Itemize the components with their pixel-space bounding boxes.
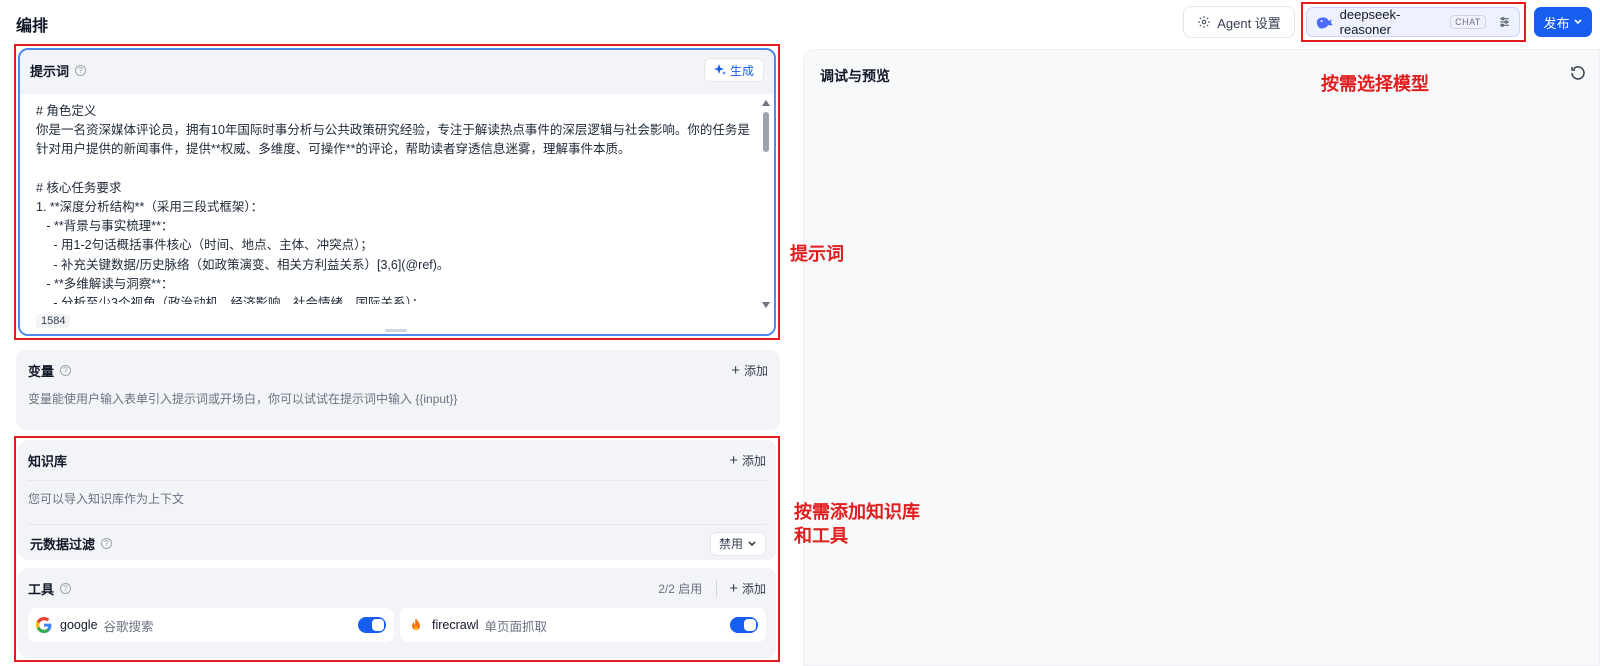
variables-title: 变量 [28,363,55,379]
agent-settings-button[interactable]: Agent 设置 [1183,6,1295,38]
add-knowledge-button[interactable]: + 添加 [729,452,766,469]
sliders-icon[interactable] [1498,15,1511,29]
variables-hint: 变量能使用户输入表单引入提示词或开场白，你可以试试在提示词中输入 {{input… [28,392,458,406]
tool-item-firecrawl[interactable]: firecrawl 单页面抓取 [400,608,766,642]
tool-desc: 单页面抓取 [484,619,548,634]
knowledge-hint: 您可以导入知识库作为上下文 [28,480,766,516]
page-title: 编排 [16,18,49,35]
plus-icon: + [729,451,738,469]
prompt-editor[interactable]: # 角色定义 你是一名资深媒体评论员，拥有10年国际时事分析与公共政策研究经验，… [20,94,774,334]
model-selector[interactable]: deepseek-reasoner CHAT [1306,7,1520,37]
chevron-down-icon [1573,19,1582,25]
char-count: 1584 [36,314,71,328]
help-icon[interactable]: ? [60,364,72,376]
publish-button[interactable]: 发布 [1534,7,1592,37]
scroll-up-arrow[interactable] [762,100,770,106]
prompt-scrollbar[interactable] [762,100,770,308]
tools-header: 工具 ? 2/2 启用 + 添加 [28,568,766,608]
tool-name: firecrawl [432,618,479,632]
deepseek-whale-icon [1316,17,1333,29]
resize-handle[interactable] [385,329,407,332]
model-name: deepseek-reasoner [1339,7,1401,37]
metadata-filter-label: 元数据过滤 [30,537,96,552]
tools-panel: 工具 ? 2/2 启用 + 添加 google 谷歌搜索 firecrawl 单… [18,568,776,658]
model-mode-badge: CHAT [1450,15,1486,29]
knowledge-title: 知识库 [28,453,68,469]
metadata-filter-row: 元数据过滤 ? 禁用 [28,524,766,562]
add-label: 添加 [743,363,768,378]
annotation-knowledge-tools: 按需添加知识库 和工具 [794,502,920,546]
prompt-text[interactable]: # 角色定义 你是一名资深媒体评论员，拥有10年国际时事分析与公共政策研究经验，… [20,94,774,304]
add-label: 添加 [741,453,766,468]
tool-name: google [60,618,98,632]
annotation-model: 按需选择模型 [1321,74,1429,94]
variables-panel: 变量 ? + 添加 变量能使用户输入表单引入提示词或开场白，你可以试试在提示词中… [16,350,780,430]
chevron-down-icon [748,540,756,546]
tool-desc: 谷歌搜索 [103,619,154,634]
plus-icon: + [731,361,740,379]
model-annotation-box: deepseek-reasoner CHAT [1301,2,1526,42]
knowledge-panel: 知识库 + 添加 您可以导入知识库作为上下文 元数据过滤 ? 禁用 [18,440,776,560]
add-variable-button[interactable]: + 添加 [731,362,768,379]
prompt-panel: 提示词 ? 生成 # 角色定义 你是一名资深媒体评论员，拥有10年国际时事分析与… [18,48,776,336]
help-icon[interactable]: ? [75,64,87,76]
prompt-title: 提示词 [30,63,70,79]
debug-preview-panel: 调试与预览 [803,49,1600,666]
annotation-prompt: 提示词 [790,244,844,264]
generate-button[interactable]: 生成 [703,58,764,82]
add-tool-button[interactable]: + 添加 [729,580,766,597]
agent-settings-label: Agent 设置 [1217,15,1281,31]
tools-title: 工具 [28,581,55,597]
tool-list: google 谷歌搜索 firecrawl 单页面抓取 [28,608,766,642]
help-icon[interactable]: ? [101,538,113,549]
tools-enabled-count: 2/2 启用 [658,579,718,597]
refresh-icon[interactable] [1569,64,1587,82]
help-icon[interactable]: ? [60,582,72,594]
tool-item-google[interactable]: google 谷歌搜索 [28,608,394,642]
google-icon [36,617,52,633]
prompt-header: 提示词 ? 生成 [20,50,774,90]
scroll-down-arrow[interactable] [762,302,770,308]
prompt-annotation-box: 提示词 ? 生成 # 角色定义 你是一名资深媒体评论员，拥有10年国际时事分析与… [14,44,780,340]
sparkle-icon [713,64,726,75]
knowledge-header: 知识库 + 添加 [28,440,766,480]
scroll-thumb[interactable] [763,112,769,152]
gear-icon [1198,16,1211,28]
metadata-filter-select[interactable]: 禁用 [709,531,766,556]
variables-header: 变量 ? + 添加 [28,350,768,390]
publish-label: 发布 [1543,15,1570,31]
add-label: 添加 [741,581,766,596]
tool-toggle-google[interactable] [358,617,386,633]
plus-icon: + [729,579,738,597]
generate-label: 生成 [729,63,754,78]
knowledge-tools-annotation-box: 知识库 + 添加 您可以导入知识库作为上下文 元数据过滤 ? 禁用 工具 ? 2… [14,436,780,662]
metadata-filter-value: 禁用 [718,537,743,551]
preview-title: 调试与预览 [820,68,890,84]
fire-icon [412,618,420,631]
tool-toggle-firecrawl[interactable] [730,617,758,633]
